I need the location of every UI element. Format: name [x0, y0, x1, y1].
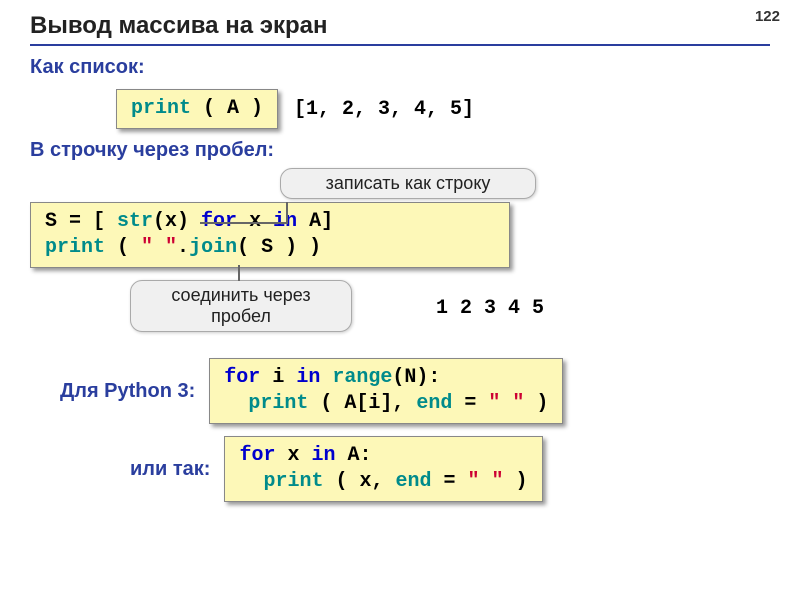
c4d: A:: [336, 444, 372, 467]
code-for-x: for x in A: print ( x, end = " " ): [224, 436, 542, 502]
c4i: =: [432, 470, 468, 493]
subtitle-inline: В строчку через пробел:: [30, 139, 770, 162]
c2h: print: [45, 236, 105, 259]
callout-line-2: [238, 265, 240, 281]
callout-str: записать как строку: [280, 168, 536, 199]
c4h: end: [396, 470, 432, 493]
c3m: ): [524, 392, 548, 415]
subtitle-as-list: Как список:: [30, 56, 770, 79]
c3g: [224, 392, 248, 415]
c3e: range: [332, 366, 392, 389]
subtitle-python3: Для Python 3:: [60, 380, 195, 403]
c2a: S = [: [45, 210, 117, 233]
c3c: in: [296, 366, 320, 389]
callout-line-1: [286, 202, 288, 224]
callout-join: соединить через пробел: [130, 280, 352, 332]
output-list: [1, 2, 3, 4, 5]: [294, 98, 474, 121]
c4k: ): [504, 470, 528, 493]
c3f: (N):: [392, 366, 440, 389]
c4g: ( x,: [323, 470, 395, 493]
c2m: ( S ) ): [237, 236, 321, 259]
page-title: Вывод массива на экран: [30, 12, 770, 46]
c3b: i: [260, 366, 296, 389]
code-for-range: for i in range(N): print ( A[i], end = "…: [209, 358, 563, 424]
output-inline: 1 2 3 4 5: [436, 297, 544, 320]
c2b: str: [117, 210, 153, 233]
c3k: =: [452, 392, 488, 415]
kw-print: print: [131, 97, 191, 120]
c2g: A]: [297, 210, 333, 233]
c2l: join: [189, 236, 237, 259]
c3a: for: [224, 366, 260, 389]
code-print-a: print ( A ): [116, 89, 278, 129]
c4e: [239, 470, 263, 493]
c2c: (x): [153, 210, 201, 233]
c3i: ( A[i],: [308, 392, 416, 415]
c2k: .: [177, 236, 189, 259]
c3d: [320, 366, 332, 389]
c4b: x: [275, 444, 311, 467]
c2j: " ": [141, 236, 177, 259]
c4j: " ": [468, 470, 504, 493]
c3j: end: [416, 392, 452, 415]
c4f: print: [263, 470, 323, 493]
c4c: in: [311, 444, 335, 467]
callout-line-1b: [200, 222, 288, 224]
page-number: 122: [755, 8, 780, 25]
code-rest: ( A ): [191, 97, 263, 120]
code-join: S = [ str(x) for x in A] print ( " ".joi…: [30, 202, 510, 268]
c2i: (: [105, 236, 141, 259]
c3l: " ": [488, 392, 524, 415]
subtitle-or: или так:: [130, 458, 210, 481]
c3h: print: [248, 392, 308, 415]
c4a: for: [239, 444, 275, 467]
